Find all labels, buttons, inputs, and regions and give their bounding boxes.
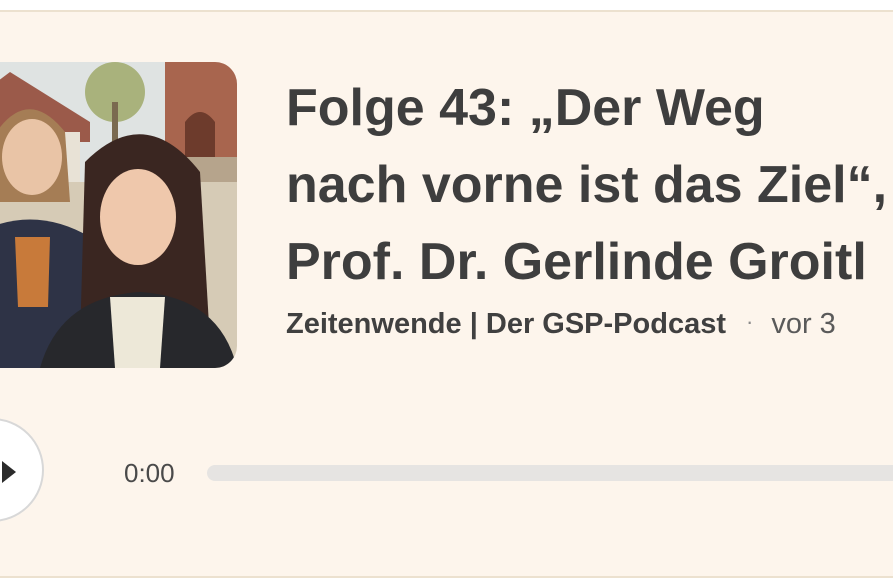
- meta-separator: ·: [746, 309, 754, 334]
- episode-card: Folge 43: „Der Weg nach vorne ist das Zi…: [0, 10, 893, 578]
- podcast-name-link[interactable]: Zeitenwende | Der GSP-Podcast: [286, 308, 726, 340]
- episode-meta: Zeitenwende | Der GSP-Podcast · vor 3: [286, 308, 836, 341]
- current-time: 0:00: [124, 458, 175, 488]
- episode-cover-image[interactable]: [0, 62, 237, 368]
- episode-title-line-3: Prof. Dr. Gerlinde Groitl: [286, 233, 867, 291]
- play-button[interactable]: [0, 418, 44, 522]
- play-icon: [2, 461, 16, 483]
- progress-slider[interactable]: [207, 465, 893, 481]
- episode-title-line-2: nach vorne ist das Ziel“,: [286, 156, 888, 214]
- published-date: vor 3: [771, 308, 836, 340]
- cover-photo-illustration: [0, 62, 237, 368]
- episode-title[interactable]: Folge 43: „Der Weg nach vorne ist das Zi…: [286, 70, 887, 301]
- episode-title-line-1: Folge 43: „Der Weg: [286, 79, 765, 137]
